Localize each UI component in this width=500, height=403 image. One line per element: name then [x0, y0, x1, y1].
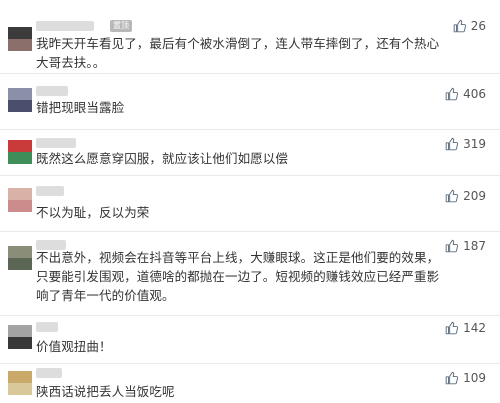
like-button[interactable]: 406: [445, 86, 486, 102]
thumbs-up-icon: [445, 371, 459, 385]
like-count: 406: [463, 87, 486, 101]
like-count: 142: [463, 321, 486, 335]
username[interactable]: [36, 86, 68, 96]
avatar[interactable]: [8, 325, 32, 349]
comment-item: 错把现眼当露脸 406: [0, 74, 500, 130]
thumbs-up-icon: [445, 239, 459, 253]
avatar[interactable]: [8, 88, 32, 112]
like-count: 319: [463, 137, 486, 151]
comment-item: 价值观扭曲！ 142: [0, 316, 500, 364]
thumbs-up-icon: [445, 189, 459, 203]
username[interactable]: [36, 21, 94, 31]
thumbs-up-icon: [445, 137, 459, 151]
comment-text: 陕西话说把丢人当饭吃呢: [36, 384, 175, 399]
like-button[interactable]: 109: [445, 370, 486, 386]
comment-text: 不出意外，视频会在抖音等平台上线，大赚眼球。这正是他们要的效果，只要能引发围观，…: [36, 250, 440, 303]
thumbs-up-icon: [445, 321, 459, 335]
like-count: 109: [463, 371, 486, 385]
comment-text: 不以为耻，反以为荣: [36, 205, 150, 220]
comment-item: 不出意外，视频会在抖音等平台上线，大赚眼球。这正是他们要的效果，只要能引发围观，…: [0, 232, 500, 316]
comment-item: 不以为耻，反以为荣 209: [0, 176, 500, 232]
like-count: 187: [463, 239, 486, 253]
avatar[interactable]: [8, 188, 32, 212]
comment-text: 错把现眼当露脸: [36, 100, 125, 115]
comment-list: 置顶 我昨天开车看见了，最后有个被水滑倒了，连人带车摔倒了，还有个热心大哥去扶。…: [0, 0, 500, 403]
username[interactable]: [36, 186, 64, 196]
like-count: 26: [470, 19, 486, 33]
comment-item: 陕西话说把丢人当饭吃呢 109: [0, 364, 500, 403]
comment-text: 既然这么愿意穿囚服，就应该让他们如愿以偿: [36, 151, 289, 166]
comment-text: 价值观扭曲！: [36, 339, 112, 354]
comment-item: 既然这么愿意穿囚服，就应该让他们如愿以偿 319: [0, 130, 500, 176]
avatar[interactable]: [8, 140, 32, 164]
like-button[interactable]: 26: [453, 18, 486, 34]
like-button[interactable]: 319: [445, 136, 486, 152]
username[interactable]: [36, 368, 62, 378]
like-button[interactable]: 187: [445, 238, 486, 254]
comment-item: 置顶 我昨天开车看见了，最后有个被水滑倒了，连人带车摔倒了，还有个热心大哥去扶。…: [0, 0, 500, 74]
username[interactable]: [36, 322, 58, 332]
thumbs-up-icon: [453, 19, 466, 33]
avatar[interactable]: [8, 27, 32, 51]
comment-text: 我昨天开车看见了，最后有个被水滑倒了，连人带车摔倒了，还有个热心大哥去扶。。: [36, 36, 440, 70]
like-count: 209: [463, 189, 486, 203]
thumbs-up-icon: [445, 87, 459, 101]
username[interactable]: [36, 138, 76, 148]
avatar[interactable]: [8, 371, 32, 395]
avatar[interactable]: [8, 246, 32, 270]
like-button[interactable]: 209: [445, 188, 486, 204]
like-button[interactable]: 142: [445, 320, 486, 336]
status-badge: 置顶: [110, 20, 132, 32]
